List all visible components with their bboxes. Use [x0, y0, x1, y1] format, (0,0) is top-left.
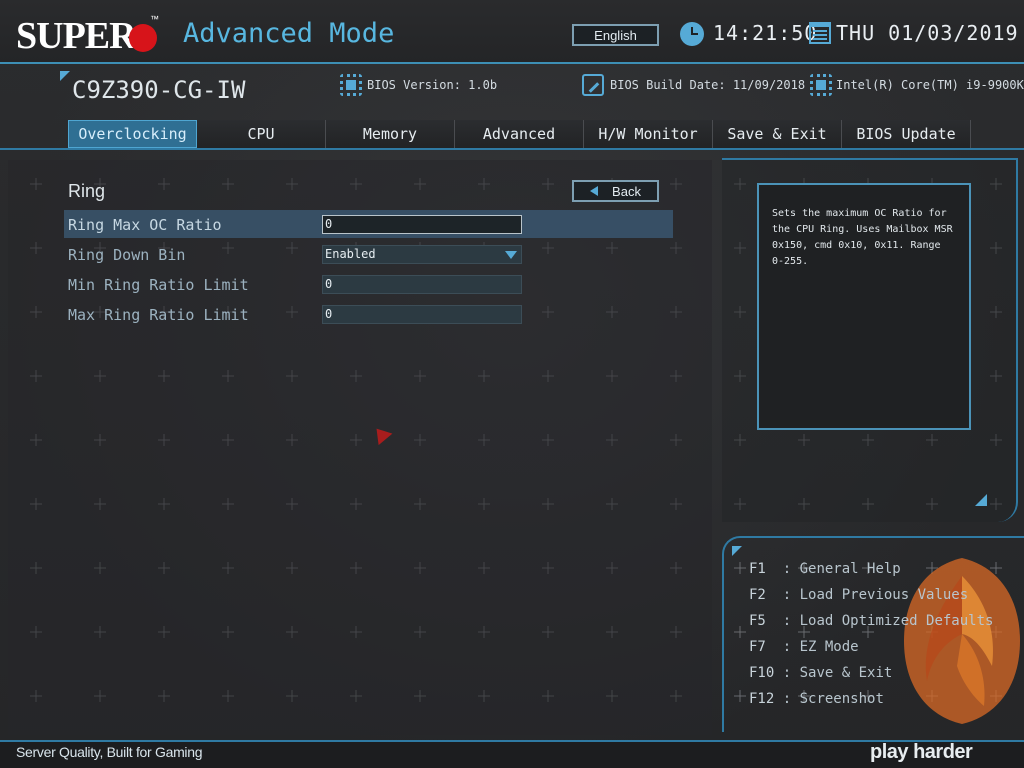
bios-build-date: BIOS Build Date: 11/09/2018 [610, 78, 806, 92]
back-button-label: Back [612, 183, 641, 199]
setting-label: Max Ring Ratio Limit [68, 306, 249, 324]
language-button[interactable]: English [572, 24, 659, 46]
footer-slogan: play harder [870, 741, 973, 763]
setting-row-ring-down-bin[interactable]: Ring Down Bin Enabled [64, 240, 673, 268]
max-ring-ratio-limit-input[interactable]: 0 [322, 305, 522, 324]
board-model: C9Z390-CG-IW [72, 76, 246, 104]
tab-save-exit[interactable]: Save & Exit [713, 120, 842, 148]
back-button[interactable]: Back [572, 180, 659, 202]
hotkey-f2: F2 : Load Previous Values [749, 587, 969, 603]
main-tabs: Overclocking CPU Memory Advanced H/W Mon… [68, 120, 972, 148]
footer-tagline: Server Quality, Built for Gaming [16, 744, 203, 760]
hotkey-f1: F1 : General Help [749, 561, 901, 577]
brand-logo: SUPER [16, 15, 137, 57]
mode-title: Advanced Mode [183, 18, 395, 49]
tab-memory[interactable]: Memory [326, 120, 455, 148]
ring-down-bin-select[interactable]: Enabled [322, 245, 522, 264]
corner-marker-icon [975, 494, 987, 506]
build-icon [582, 74, 604, 96]
tab-overclocking[interactable]: Overclocking [68, 120, 197, 148]
ring-max-oc-ratio-input[interactable]: 0 [322, 215, 522, 234]
brand-trademark: ™ [150, 14, 159, 24]
system-time[interactable]: 14:21:50 [713, 21, 817, 45]
setting-label: Min Ring Ratio Limit [68, 276, 249, 294]
hotkey-f10: F10 : Save & Exit [749, 665, 893, 681]
page-title: Ring [68, 181, 106, 201]
setting-label: Ring Down Bin [68, 246, 186, 264]
tab-cpu[interactable]: CPU [197, 120, 326, 148]
setting-row-max-ring-ratio-limit[interactable]: Max Ring Ratio Limit 0 [64, 300, 673, 328]
bios-version: BIOS Version: 1.0b [367, 78, 498, 92]
system-date[interactable]: THU 01/03/2019 [836, 21, 1019, 45]
corner-marker-icon [732, 546, 742, 556]
clock-icon [680, 22, 704, 46]
setting-row-min-ring-ratio-limit[interactable]: Min Ring Ratio Limit 0 [64, 270, 673, 298]
corner-marker-icon [60, 71, 70, 81]
min-ring-ratio-limit-input[interactable]: 0 [322, 275, 522, 294]
tab-advanced[interactable]: Advanced [455, 120, 584, 148]
brand-logo-dot [129, 24, 157, 52]
cpu-model: Intel(R) Core(TM) i9-9900K [836, 78, 1024, 92]
setting-label: Ring Max OC Ratio [68, 216, 222, 234]
ring-down-bin-value: Enabled [325, 247, 376, 261]
back-arrow-icon [590, 186, 599, 196]
dropdown-arrow-icon[interactable] [505, 251, 517, 259]
hotkey-f7: F7 : EZ Mode [749, 639, 859, 655]
hotkey-f12: F12 : Screenshot [749, 691, 884, 707]
hotkey-f5: F5 : Load Optimized Defaults [749, 613, 994, 629]
setting-row-ring-max-oc-ratio[interactable]: Ring Max OC Ratio 0 [64, 210, 673, 238]
chip-icon [340, 74, 362, 96]
cpu-chip-icon [810, 74, 832, 96]
tab-bios-update[interactable]: BIOS Update [842, 120, 971, 148]
calendar-icon [809, 22, 831, 44]
help-description: Sets the maximum OC Ratio for the CPU Ri… [757, 183, 971, 430]
tab-hw-monitor[interactable]: H/W Monitor [584, 120, 713, 148]
